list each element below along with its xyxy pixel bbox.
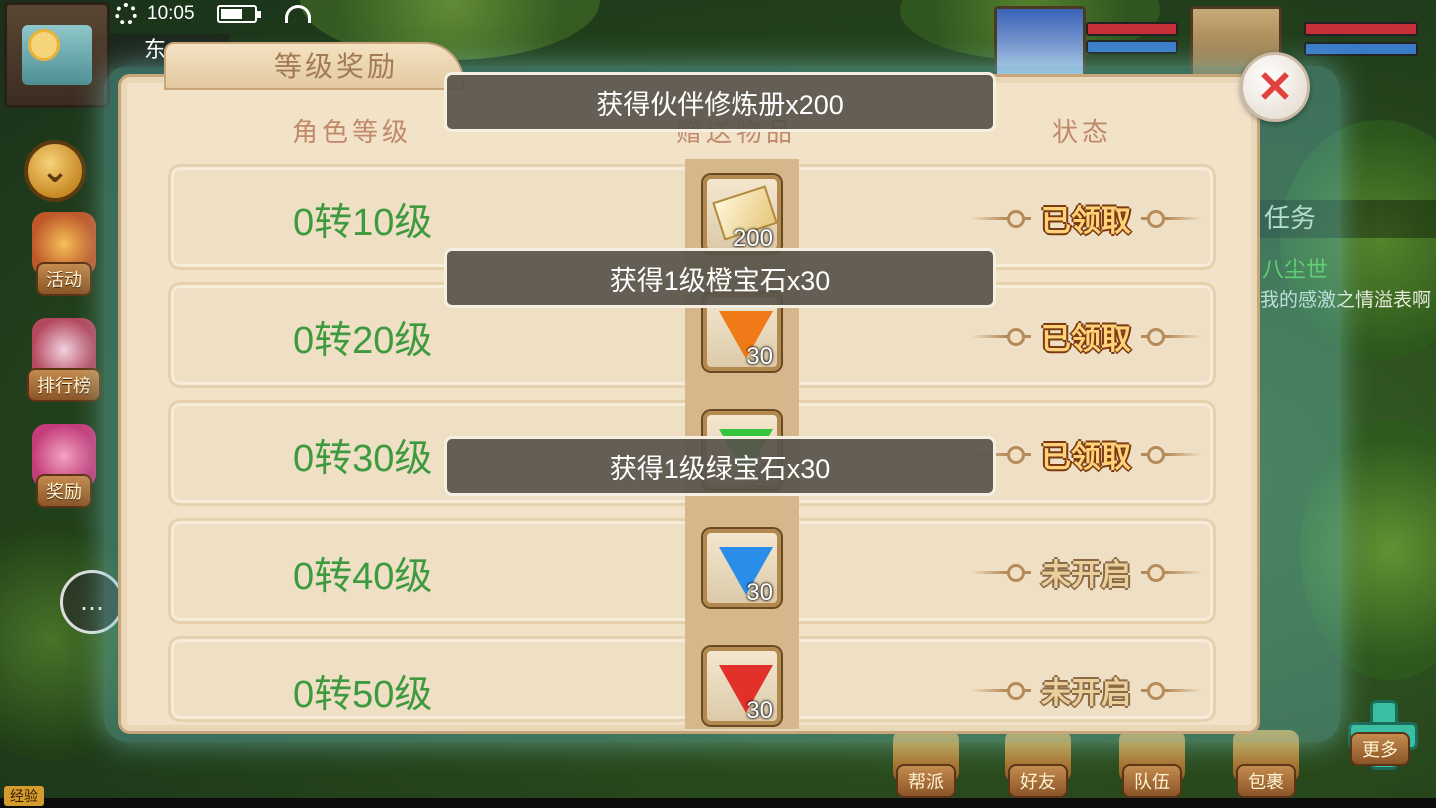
activity-button[interactable]: 活动 xyxy=(18,212,110,296)
pet-hp-bar xyxy=(1304,22,1418,36)
clock-time: 10:05 xyxy=(147,3,195,24)
status-badge: 已领取 xyxy=(971,431,1201,477)
close-icon: ✕ xyxy=(1256,62,1294,112)
gift-cell: 30 xyxy=(685,631,799,729)
status-badge: 已领取 xyxy=(971,313,1201,359)
player-hp-bar xyxy=(1086,22,1178,36)
collapse-chevron-button[interactable]: ⌄ xyxy=(24,140,86,202)
bag-label: 包裹 xyxy=(1236,764,1296,798)
wifi-icon xyxy=(284,5,311,23)
activity-label: 活动 xyxy=(36,262,92,296)
chevron-down-icon: ⌄ xyxy=(40,151,70,191)
status-text: 未开启 xyxy=(1031,550,1141,594)
status-badge: 未开启 xyxy=(971,549,1201,595)
gift-item[interactable]: 30 xyxy=(703,647,781,725)
reward-row: 0转40级 30 未开启 xyxy=(168,513,1216,631)
status-text: 未开启 xyxy=(1031,668,1141,712)
reward-toast: 获得伙伴修炼册x200 xyxy=(444,72,996,132)
gift-item[interactable]: 30 xyxy=(703,529,781,607)
row-level-text: 0转10级 xyxy=(293,202,433,244)
row-level-text: 0转40级 xyxy=(293,556,433,598)
row-level-text: 0转50级 xyxy=(293,674,433,716)
settings-gear-icon xyxy=(115,3,137,25)
status-badge: 已领取 xyxy=(971,195,1201,241)
row-level-text: 0转30级 xyxy=(293,438,433,480)
reward-button[interactable]: 奖励 xyxy=(18,424,110,508)
team-label: 队伍 xyxy=(1122,764,1182,798)
column-header-status: 状态 xyxy=(1052,118,1113,148)
gift-quantity: 30 xyxy=(746,343,773,370)
ranking-button[interactable]: 排行榜 xyxy=(18,318,110,402)
dialog-title: 等级奖励 xyxy=(164,42,464,90)
more-label: 更多 xyxy=(1350,732,1410,766)
status-text: 已领取 xyxy=(1031,314,1141,358)
battery-icon xyxy=(216,5,261,23)
experience-label: 经验 xyxy=(4,786,44,806)
world-map-button[interactable] xyxy=(4,2,110,108)
player-mp-bar xyxy=(1086,40,1178,54)
reward-toast: 获得1级绿宝石x30 xyxy=(444,436,996,496)
gift-item[interactable]: 200 xyxy=(703,175,781,253)
gift-quantity: 30 xyxy=(746,697,773,724)
device-status-bar: 10:05 xyxy=(115,0,311,28)
row-level-text: 0转20级 xyxy=(293,320,433,362)
close-button[interactable]: ✕ xyxy=(1240,52,1310,122)
gift-quantity: 30 xyxy=(746,579,773,606)
more-button[interactable]: 更多 xyxy=(1334,732,1426,766)
pet-mp-bar xyxy=(1304,42,1418,56)
status-text: 已领取 xyxy=(1031,432,1141,476)
status-text: 已领取 xyxy=(1031,196,1141,240)
reward-label: 奖励 xyxy=(36,474,92,508)
gift-cell: 30 xyxy=(685,513,799,631)
chat-bubble-icon: … xyxy=(80,588,104,616)
reward-row: 0转50级 30 未开启 xyxy=(168,631,1216,729)
experience-bar xyxy=(0,798,1436,808)
friends-label: 好友 xyxy=(1008,764,1068,798)
column-header-level: 角色等级 xyxy=(292,118,413,148)
guild-label: 帮派 xyxy=(896,764,956,798)
status-badge: 未开启 xyxy=(971,667,1201,713)
ranking-label: 排行榜 xyxy=(27,368,101,402)
map-scroll-icon xyxy=(22,25,92,85)
reward-toast: 获得1级橙宝石x30 xyxy=(444,248,996,308)
